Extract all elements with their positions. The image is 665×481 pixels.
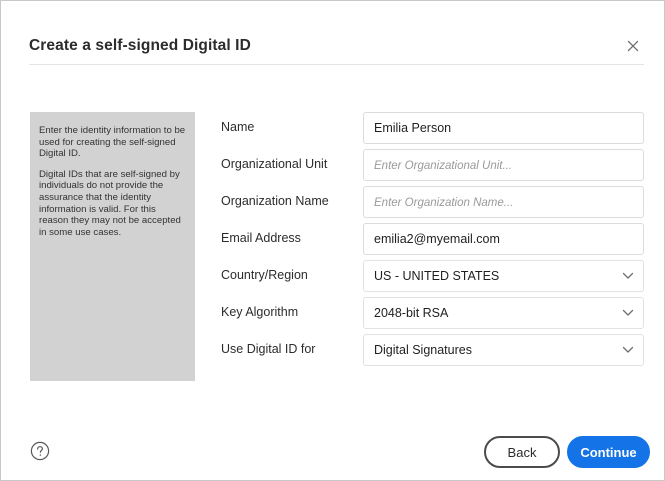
name-field-box	[363, 112, 644, 144]
use-for-select[interactable]: Digital Signatures	[363, 334, 644, 366]
key-algorithm-label: Key Algorithm	[221, 305, 299, 319]
back-button[interactable]: Back	[484, 436, 560, 468]
close-icon	[627, 40, 639, 52]
help-icon	[30, 441, 50, 461]
org-unit-label: Organizational Unit	[221, 157, 328, 171]
email-field[interactable]	[364, 224, 643, 254]
info-panel: Enter the identity information to be use…	[30, 112, 195, 381]
continue-button[interactable]: Continue	[567, 436, 650, 468]
country-select[interactable]: US - UNITED STATES	[363, 260, 644, 292]
org-unit-field[interactable]	[364, 150, 643, 180]
chevron-down-icon	[622, 346, 634, 353]
key-algorithm-row: Key Algorithm 2048-bit RSA	[221, 297, 644, 329]
key-algorithm-select-value: 2048-bit RSA	[374, 306, 449, 320]
email-label: Email Address	[221, 231, 301, 245]
org-unit-field-box	[363, 149, 644, 181]
name-label: Name	[221, 120, 255, 134]
dialog-header: Create a self-signed Digital ID	[29, 31, 644, 65]
org-name-row: Organization Name	[221, 186, 644, 218]
create-digital-id-dialog: Create a self-signed Digital ID Enter th…	[0, 0, 665, 481]
email-row: Email Address	[221, 223, 644, 255]
use-for-label: Use Digital ID for	[221, 342, 316, 356]
country-select-value: US - UNITED STATES	[374, 269, 500, 283]
country-label: Country/Region	[221, 268, 308, 282]
key-algorithm-select[interactable]: 2048-bit RSA	[363, 297, 644, 329]
country-row: Country/Region US - UNITED STATES	[221, 260, 644, 292]
close-button[interactable]	[624, 37, 642, 55]
info-text-intro: Enter the identity information to be use…	[39, 125, 186, 160]
chevron-down-icon	[622, 272, 634, 279]
name-row: Name	[221, 112, 644, 144]
org-name-field[interactable]	[364, 187, 643, 217]
info-text-warning: Digital IDs that are self-signed by indi…	[39, 168, 181, 238]
use-for-select-value: Digital Signatures	[374, 343, 472, 357]
org-unit-row: Organizational Unit	[221, 149, 644, 181]
dialog-title: Create a self-signed Digital ID	[29, 37, 251, 54]
help-button[interactable]	[30, 441, 50, 461]
email-field-box	[363, 223, 644, 255]
chevron-down-icon	[622, 309, 634, 316]
use-for-row: Use Digital ID for Digital Signatures	[221, 334, 644, 366]
name-field[interactable]	[364, 113, 643, 143]
org-name-field-box	[363, 186, 644, 218]
org-name-label: Organization Name	[221, 194, 329, 208]
